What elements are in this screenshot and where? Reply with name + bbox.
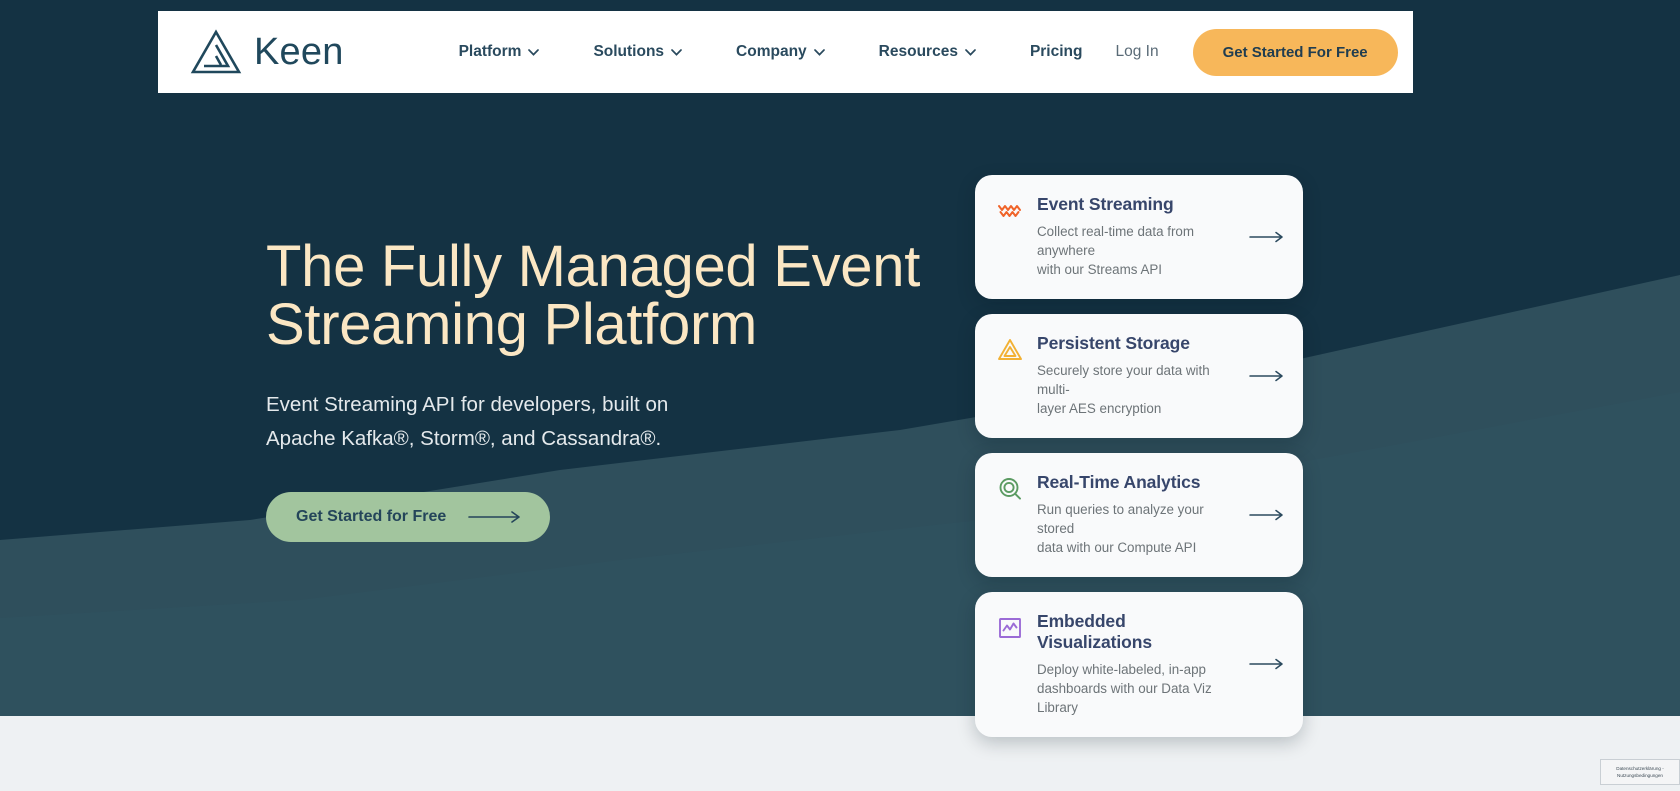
feature-card-embedded-visualizations[interactable]: Embedded Visualizations Deploy white-lab… [975,592,1303,738]
nav-label: Pricing [1029,43,1083,60]
card-desc-line-1: Deploy white-labeled, in-app [1037,662,1206,678]
arrow-right-icon [1249,370,1283,381]
arrow-right-icon [468,511,521,523]
nav-item-resources[interactable]: Resources [852,33,1003,71]
chevron-down-icon [965,48,976,56]
get-started-free-button[interactable]: Get Started For Free [1192,28,1398,76]
card-desc-line-1: Securely store your data with multi- [1037,363,1210,398]
card-desc-line-2: data with our Compute API [1037,540,1197,556]
wave-lines-icon [998,205,1021,217]
nested-triangle-icon [998,339,1022,361]
feature-card-event-streaming[interactable]: Event Streaming Collect real-time data f… [975,175,1303,300]
card-desc-line-2: with our Streams API [1037,262,1163,278]
privacy-links-widget[interactable]: Datenschutzerklärung - Nutzungsbedingung… [1600,758,1680,785]
card-description: Collect real-time data from anywhere wit… [1037,222,1235,279]
card-desc-line-2: dashboards with our Data Viz Library [1037,681,1212,716]
arrow-right-icon [1249,659,1283,670]
card-description: Deploy white-labeled, in-app dashboards … [1037,660,1235,717]
brand-logo[interactable]: Keen [190,28,344,76]
nav-label: Resources [878,43,958,60]
brand-name: Keen [254,31,344,73]
card-desc-line-1: Collect real-time data from anywhere [1037,224,1195,259]
main-nav: Platform Solutions Company Resources Pri… [432,33,1110,71]
privacy-policy-link[interactable]: Datenschutzerklärung - [1605,765,1675,772]
terms-of-use-link[interactable]: Nutzungsbedingungen [1605,772,1675,779]
nav-item-company[interactable]: Company [709,33,852,71]
site-header: Keen Platform Solutions Company Resource… [158,11,1413,93]
card-title: Event Streaming [1037,194,1174,214]
chevron-down-icon [671,48,682,56]
header-actions: Log In Get Started For Free [1109,28,1398,76]
card-body: Real-Time Analytics Run queries to analy… [1037,472,1235,557]
card-desc-line-2: layer AES encryption [1037,401,1162,417]
hero-cta-label: Get Started for Free [296,508,447,526]
page-bottom-strip [0,716,1680,791]
card-desc-line-1: Run queries to analyze your stored [1037,502,1204,537]
nav-label: Platform [458,43,522,60]
card-description: Securely store your data with multi- lay… [1037,361,1235,418]
nav-item-platform[interactable]: Platform [432,33,567,71]
card-title: Embedded Visualizations [1037,611,1152,653]
chevron-down-icon [813,48,825,56]
feature-card-real-time-analytics[interactable]: Real-Time Analytics Run queries to analy… [975,453,1303,578]
nav-item-pricing[interactable]: Pricing [1003,33,1110,71]
hero-get-started-button[interactable]: Get Started for Free [266,492,551,543]
feature-card-list: Event Streaming Collect real-time data f… [975,175,1303,738]
magnifier-icon [999,478,1021,500]
card-body: Embedded Visualizations Deploy white-lab… [1037,611,1235,717]
hero-heading-line-2: Streaming Platform [266,292,757,357]
feature-card-persistent-storage[interactable]: Persistent Storage Securely store your d… [975,314,1303,439]
login-link[interactable]: Log In [1109,35,1164,69]
hero-subtitle: Event Streaming API for developers, buil… [266,388,926,456]
nav-item-solutions[interactable]: Solutions [566,33,709,71]
hero-section: The Fully Managed Event Streaming Platfo… [266,238,926,543]
keen-triangle-logo-icon [190,29,242,74]
hero-subtitle-line-1: Event Streaming API for developers, buil… [266,393,669,416]
card-body: Event Streaming Collect real-time data f… [1037,194,1235,279]
arrow-right-icon [1249,509,1283,520]
nav-label: Company [736,43,807,60]
chevron-down-icon [528,48,540,56]
card-title: Real-Time Analytics [1037,472,1201,493]
page-title: The Fully Managed Event Streaming Platfo… [266,238,926,354]
card-body: Persistent Storage Securely store your d… [1037,333,1235,418]
nav-label: Solutions [593,43,665,60]
hero-heading-line-1: The Fully Managed Event [266,234,921,299]
page-root: Keen Platform Solutions Company Resource… [0,0,1680,791]
card-title: Persistent Storage [1037,333,1190,354]
hero-subtitle-line-2: Apache Kafka®, Storm®, and Cassandra®. [266,427,662,451]
line-chart-square-icon [999,618,1021,639]
card-description: Run queries to analyze your stored data … [1037,500,1235,557]
arrow-right-icon [1249,231,1283,242]
